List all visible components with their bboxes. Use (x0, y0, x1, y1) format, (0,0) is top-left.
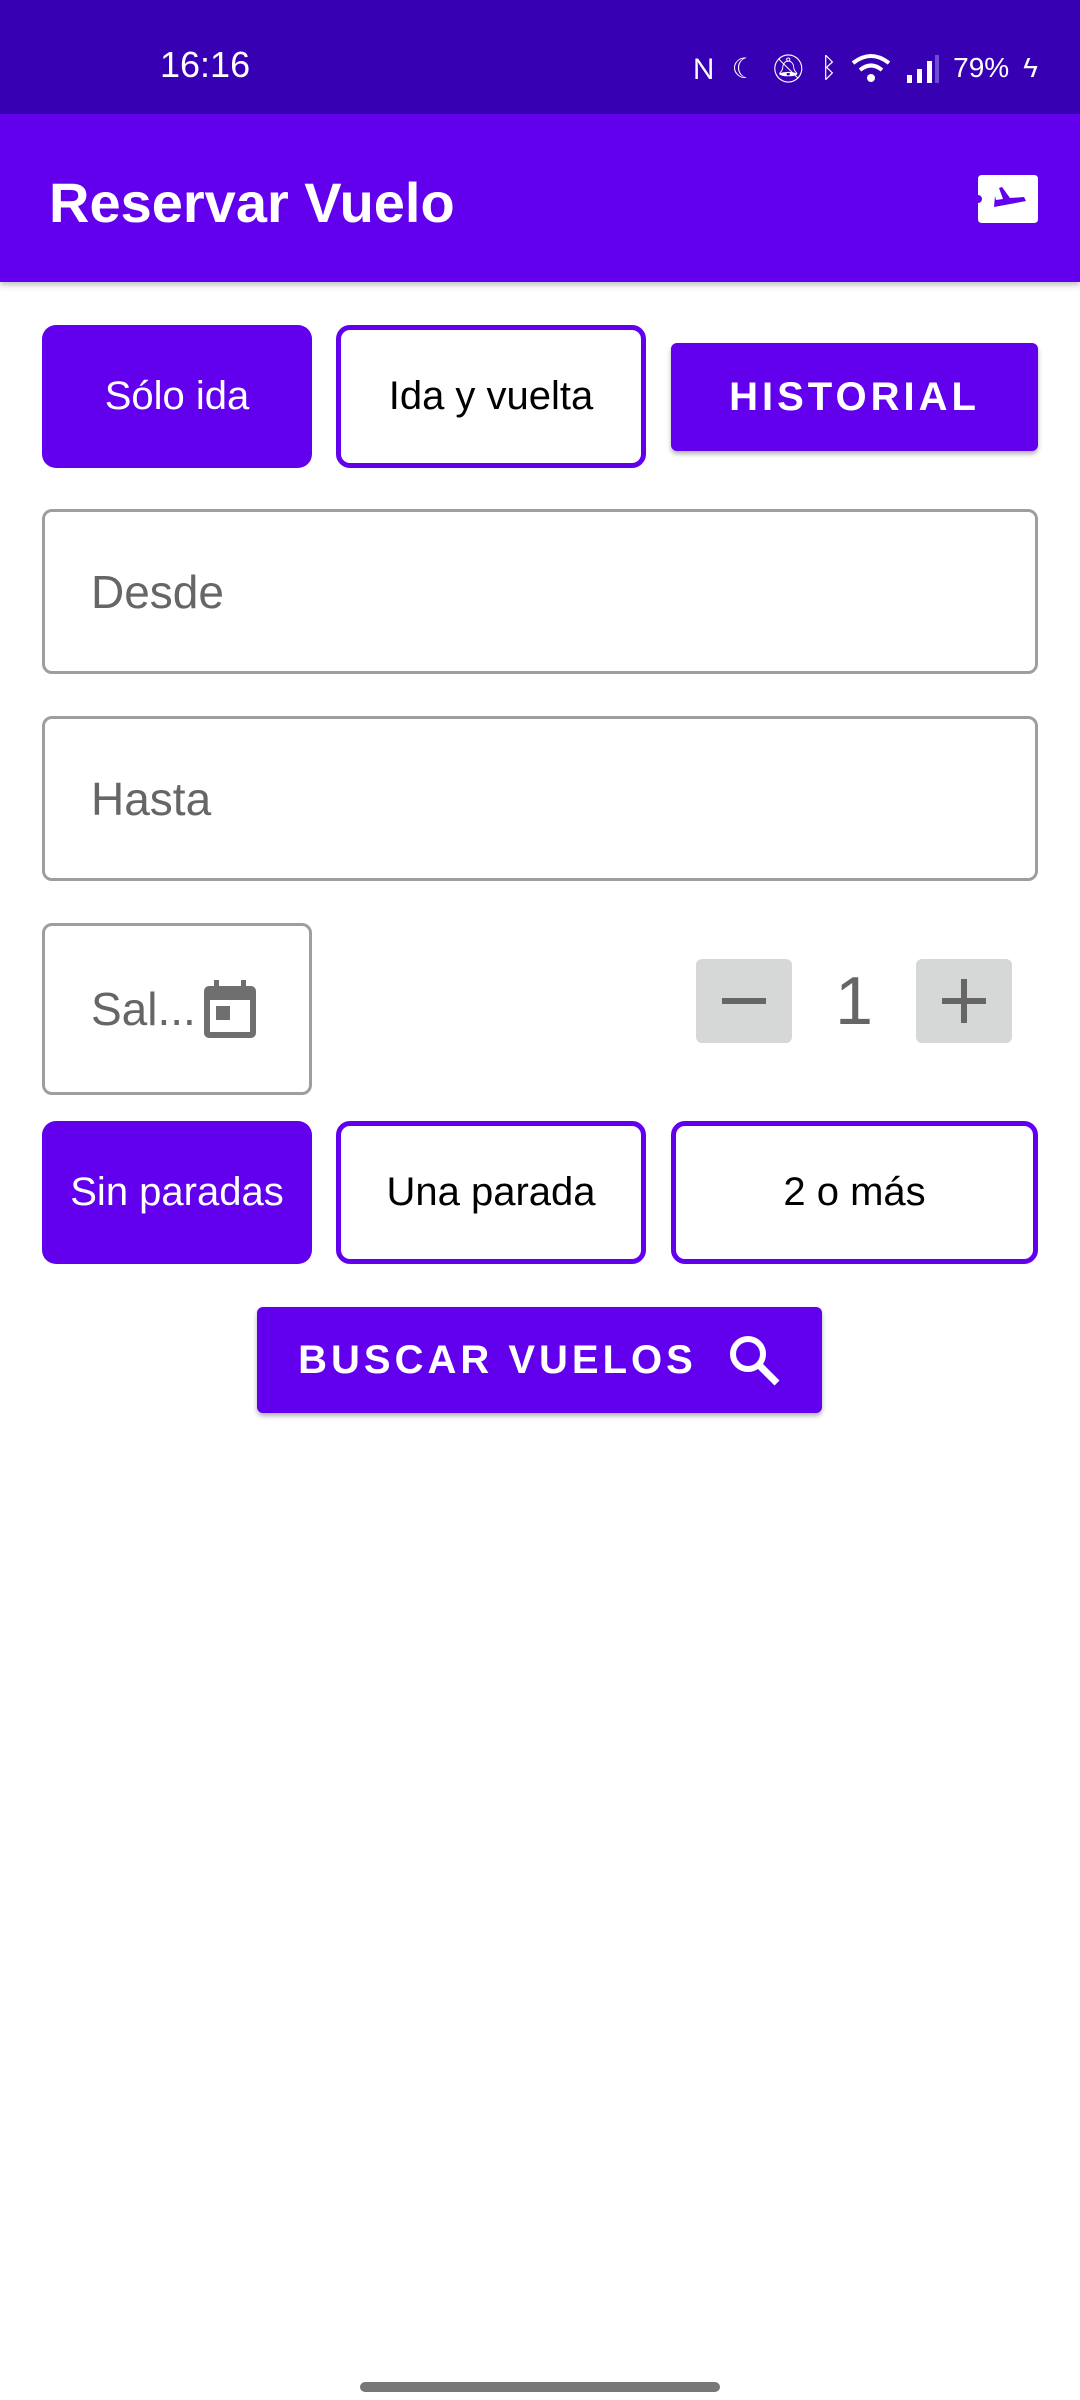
status-icons: Ｎ ☾ 🔕︎ ᛒ 79% ϟ (690, 48, 1038, 88)
departure-date-input[interactable]: Sal... (42, 923, 312, 1095)
home-indicator[interactable] (360, 2382, 720, 2392)
no-stops-button[interactable]: Sin paradas (42, 1121, 312, 1264)
flight-ticket-icon[interactable] (978, 175, 1038, 223)
status-time: 16:16 (160, 44, 251, 85)
status-bar: 16:16 Ｎ ☾ 🔕︎ ᛒ 79% ϟ (0, 0, 1080, 114)
bell-off-icon: 🔕︎ (770, 52, 807, 84)
history-button[interactable]: HISTORIAL (671, 343, 1038, 451)
round-trip-button[interactable]: Ida y vuelta (336, 325, 646, 468)
decrease-passengers-button[interactable] (696, 959, 792, 1043)
battery-level: 79% (953, 52, 1010, 83)
departure-placeholder: Sal... (91, 983, 196, 1035)
passenger-count: 1 (835, 963, 873, 1039)
wifi-icon (851, 54, 891, 82)
calendar-icon[interactable] (202, 978, 258, 1040)
bluetooth-icon: ᛒ (820, 52, 838, 83)
two-plus-stops-button[interactable]: 2 o más (671, 1121, 1038, 1264)
one-stop-button[interactable]: Una parada (336, 1121, 646, 1264)
one-way-button[interactable]: Sólo ida (42, 325, 312, 468)
nfc-icon: Ｎ (689, 54, 718, 85)
signal-icon (907, 55, 940, 83)
search-flights-button[interactable]: BUSCAR VUELOS (257, 1307, 822, 1413)
minus-icon (722, 998, 766, 1004)
dnd-moon-icon: ☾ (731, 52, 757, 84)
from-input[interactable]: Desde (42, 509, 1038, 674)
to-input[interactable]: Hasta (42, 716, 1038, 881)
increase-passengers-button[interactable] (916, 959, 1012, 1043)
charging-icon: ϟ (1023, 52, 1038, 83)
page-title: Reservar Vuelo (49, 171, 455, 234)
plus-icon (942, 979, 986, 1023)
search-icon (729, 1336, 780, 1386)
app-toolbar: Reservar Vuelo (0, 114, 1080, 282)
search-flights-label: BUSCAR VUELOS (298, 1337, 697, 1382)
